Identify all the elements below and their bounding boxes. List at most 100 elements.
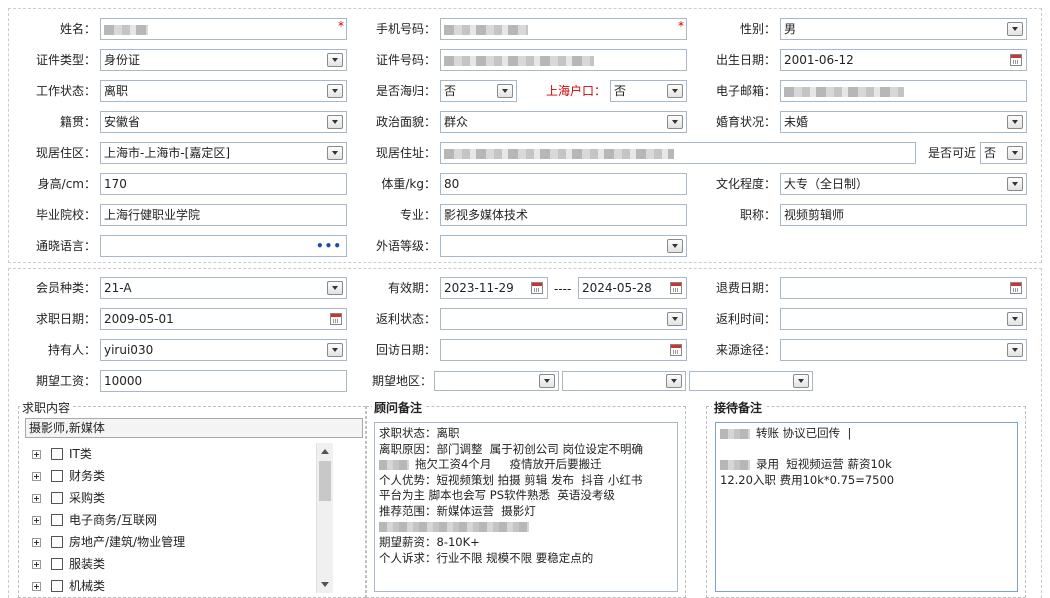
source-select[interactable]	[780, 339, 1027, 361]
chevron-down-icon[interactable]	[1007, 115, 1023, 129]
tree-item[interactable]: 财务类	[25, 465, 335, 487]
tree-item[interactable]: 采购类	[25, 487, 335, 509]
tree-item[interactable]: 电子商务/互联网	[25, 509, 335, 531]
school-input[interactable]: 上海行健职业学院	[100, 204, 347, 226]
chevron-down-icon[interactable]	[1007, 312, 1023, 326]
tree-item[interactable]: 房地产/建筑/物业管理	[25, 531, 335, 553]
chevron-down-icon[interactable]	[497, 84, 513, 98]
expand-icon[interactable]	[32, 494, 41, 503]
expected-area-select-3[interactable]	[689, 371, 813, 391]
expected-area-select-2[interactable]	[562, 371, 686, 391]
current-address-input[interactable]	[440, 142, 916, 164]
languages-input[interactable]: •••	[100, 235, 347, 257]
redacted-address	[444, 148, 674, 159]
expand-icon[interactable]	[32, 450, 41, 459]
marital-status-select[interactable]: 未婚	[780, 111, 1027, 133]
category-checkbox[interactable]	[51, 558, 63, 570]
expand-icon[interactable]	[32, 582, 41, 591]
calendar-icon[interactable]	[1010, 282, 1022, 294]
calendar-icon[interactable]	[1010, 54, 1022, 66]
chevron-down-icon[interactable]	[327, 53, 343, 67]
holder-select[interactable]: yirui030	[100, 339, 347, 361]
chevron-down-icon[interactable]	[793, 374, 809, 388]
more-icon[interactable]: •••	[316, 236, 342, 256]
phone-input[interactable]: *	[440, 18, 687, 40]
calendar-icon[interactable]	[531, 282, 543, 294]
foreign-level-select[interactable]	[440, 235, 687, 257]
category-checkbox[interactable]	[51, 536, 63, 548]
validity-start-input[interactable]: 2023-11-29	[440, 277, 548, 299]
visit-date-input[interactable]	[440, 339, 687, 361]
chevron-down-icon[interactable]	[667, 239, 683, 253]
email-input[interactable]	[780, 80, 1027, 102]
major-input[interactable]: 影视多媒体技术	[440, 204, 687, 226]
redacted-text	[379, 522, 529, 533]
rebate-time-select[interactable]	[780, 308, 1027, 330]
note-text: 拖欠工资4个月 疫情放开后要搬迁	[415, 457, 602, 472]
validity-end-input[interactable]: 2024-05-28	[578, 277, 687, 299]
birth-date-input[interactable]: 2001-06-12	[780, 49, 1027, 71]
returnee-select[interactable]: 否	[440, 80, 517, 102]
chevron-down-icon[interactable]	[327, 115, 343, 129]
education-select[interactable]: 大专（全日制）	[780, 173, 1027, 195]
political-status-select[interactable]: 群众	[440, 111, 687, 133]
scroll-down-icon[interactable]	[321, 582, 329, 587]
expected-salary-input[interactable]: 10000	[100, 370, 347, 392]
tree-scrollbar[interactable]	[316, 443, 333, 593]
job-seek-date-input[interactable]: 2009-05-01	[100, 308, 347, 330]
job-title-input[interactable]: 视频剪辑师	[780, 204, 1027, 226]
tree-item[interactable]: 机械类	[25, 575, 335, 593]
chevron-down-icon[interactable]	[327, 146, 343, 160]
note-text: 平台为主 脚本也会写 PS软件熟悉 英语没考级	[379, 488, 615, 503]
chevron-down-icon[interactable]	[327, 84, 343, 98]
native-place-select[interactable]: 安徽省	[100, 111, 347, 133]
name-label: 姓名：	[59, 22, 96, 36]
refund-date-input[interactable]	[780, 277, 1027, 299]
chevron-down-icon[interactable]	[327, 281, 343, 295]
chevron-down-icon[interactable]	[1007, 22, 1023, 36]
gender-select[interactable]: 男	[780, 18, 1027, 40]
id-type-select[interactable]: 身份证	[100, 49, 347, 71]
category-checkbox[interactable]	[51, 448, 63, 460]
calendar-icon[interactable]	[670, 344, 682, 356]
note-text: 个人优势：短视频策划 拍摄 剪辑 发布 抖音 小红书	[379, 472, 643, 487]
expand-icon[interactable]	[32, 560, 41, 569]
chevron-down-icon[interactable]	[667, 115, 683, 129]
expected-area-select-1[interactable]	[434, 371, 559, 391]
name-input[interactable]: *	[100, 18, 347, 40]
reachable-select[interactable]: 否	[980, 142, 1027, 164]
chevron-down-icon[interactable]	[1007, 146, 1023, 160]
calendar-icon[interactable]	[330, 313, 342, 325]
rebate-status-select[interactable]	[440, 308, 687, 330]
chevron-down-icon[interactable]	[327, 343, 343, 357]
category-checkbox[interactable]	[51, 514, 63, 526]
expand-icon[interactable]	[32, 516, 41, 525]
chevron-down-icon[interactable]	[666, 374, 682, 388]
scroll-thumb[interactable]	[319, 461, 331, 501]
tree-item[interactable]: IT类	[25, 443, 335, 465]
category-checkbox[interactable]	[51, 470, 63, 482]
category-checkbox[interactable]	[51, 580, 63, 592]
tree-item[interactable]: 服装类	[25, 553, 335, 575]
chevron-down-icon[interactable]	[1007, 343, 1023, 357]
id-number-input[interactable]	[440, 49, 687, 71]
expand-icon[interactable]	[32, 472, 41, 481]
tree-item-label: 财务类	[69, 469, 106, 483]
current-area-select[interactable]: 上海市-上海市-[嘉定区]	[100, 142, 347, 164]
advisor-notes-textarea[interactable]: 求职状态：离职 离职原因：部门调整 属于初创公司 岗位设定不明确 拖欠工资4个月 疫…	[374, 422, 678, 592]
weight-input[interactable]: 80	[440, 173, 687, 195]
chevron-down-icon[interactable]	[1007, 177, 1023, 191]
scroll-up-icon[interactable]	[321, 449, 329, 454]
category-checkbox[interactable]	[51, 492, 63, 504]
shanghai-hukou-select[interactable]: 否	[610, 80, 687, 102]
work-status-select[interactable]: 离职	[100, 80, 347, 102]
calendar-icon[interactable]	[670, 282, 682, 294]
height-input[interactable]: 170	[100, 173, 347, 195]
job-content-selected[interactable]: 摄影师,新媒体	[25, 418, 363, 438]
chevron-down-icon[interactable]	[667, 312, 683, 326]
reception-notes-textarea[interactable]: 转账 协议已回传 | 录用 短视频运营 薪资10k 12.20入职 费用10k*0.…	[715, 422, 1018, 592]
member-type-select[interactable]: 21-A	[100, 277, 347, 299]
expand-icon[interactable]	[32, 538, 41, 547]
chevron-down-icon[interactable]	[667, 84, 683, 98]
chevron-down-icon[interactable]	[539, 374, 555, 388]
